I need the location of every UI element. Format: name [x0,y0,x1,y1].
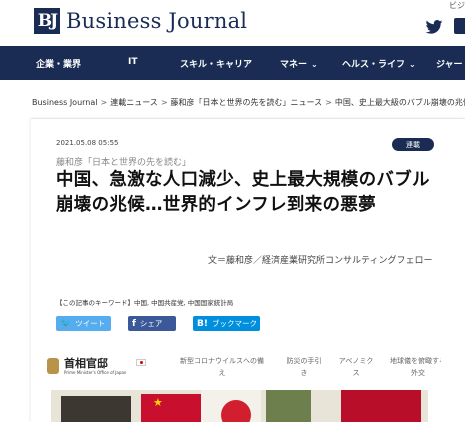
logo-text: Business Journal [66,9,248,33]
chevron-down-icon: ⌄ [311,60,318,69]
facebook-icon[interactable] [454,18,465,34]
header-corner-text[interactable]: ビジ [449,0,465,11]
hatena-bookmark-icon: B! [197,318,208,329]
nav-item-business[interactable]: 企業・業界 [36,57,81,70]
main-nav: 企業・業界 IT スキル・キャリア マネー ⌄ ヘルス・ライフ ⌄ ジャー [0,46,465,80]
star-icon: ★ [153,396,163,409]
series-name[interactable]: 藤和彦「日本と世界の先を読む」 [56,155,191,168]
site-header: BJ Business Journal ビジ [0,0,465,46]
facebook-icon: f [132,318,136,329]
nav-item-it[interactable]: IT [128,57,138,67]
facebook-share-label: シェア [139,319,163,328]
keyword-link[interactable]: 中国国家統計局 [188,299,234,307]
keyword-label: 【この記事のキーワード】 [56,299,134,307]
china-flag [141,394,201,422]
kantei-nav-item: 地球儀を俯瞰する 外交 [390,357,441,377]
article-byline: 文＝藤和彦／経済産業研究所コンサルティングフェロー [208,256,433,266]
breadcrumb-series-news[interactable]: 連載ニュース [110,98,158,107]
kantei-site-subtitle: Prime Minister's Office of Japan [64,370,127,375]
nav-item-health-life[interactable]: ヘルス・ライフ ⌄ [342,57,416,70]
kantei-site-name: 首相官邸 [64,357,108,370]
hatena-bookmark-button[interactable]: B! ブックマーク [193,316,260,331]
twitter-icon: 🐦 [60,318,72,329]
tweet-button-label: ツイート [75,319,106,328]
nav-item-skill-career[interactable]: スキル・キャリア [180,57,252,70]
kantei-nav-item: 新型コロナウイルスへの備え [180,357,264,377]
keyword-link[interactable]: 中国共産党 [151,299,184,307]
japan-flag-circle [221,400,251,422]
kantei-emblem-icon [47,358,59,374]
facebook-share-button[interactable]: f シェア [128,316,176,331]
article-date: 2021.05.08 05:55 [56,139,119,147]
flags-photo: ★ [51,390,428,422]
breadcrumb-current: 中国、史上最大級のバブル崩壊の兆候 [334,98,465,107]
photo-background [61,396,131,422]
breadcrumb-column[interactable]: 藤和彦「日本と世界の先を読む」ニュース [171,98,323,107]
article-title: 中国、急激な人口減少、史上最大規模のバブル崩壊の兆候…世界的インフレ到来の悪夢 [56,170,430,215]
breadcrumb: Business Journal > 連載ニュース > 藤和彦「日本と世界の先を読む」ニ… [32,97,465,108]
breadcrumb-home[interactable]: Business Journal [32,98,98,107]
breadcrumb-separator: > [100,98,108,107]
breadcrumb-separator: > [160,98,168,107]
nav-item-journalism[interactable]: ジャー [436,57,463,70]
keyword-list: 【この記事のキーワード】中国, 中国共産党, 中国国家統計局 [56,299,234,307]
kantei-nav-item: アベノミクス [338,357,374,377]
china-flag [341,390,421,422]
plant-decoration [266,390,311,422]
series-badge[interactable]: 連載 [392,138,434,151]
nav-item-money[interactable]: マネー ⌄ [280,57,318,70]
breadcrumb-separator: > [325,98,332,107]
logo-mark: BJ [34,8,60,34]
japan-flag-icon [136,359,146,366]
kantei-nav-item: 防災の手引き [286,357,322,377]
hatena-bookmark-label: ブックマーク [211,319,257,328]
twitter-icon[interactable] [425,20,443,34]
site-logo[interactable]: BJ Business Journal [34,8,247,34]
tweet-button[interactable]: 🐦 ツイート [56,316,111,331]
article-image: 首相官邸 Prime Minister's Office of Japan 新型… [37,345,441,422]
keyword-link[interactable]: 中国 [134,299,147,307]
chevron-down-icon: ⌄ [409,60,416,69]
